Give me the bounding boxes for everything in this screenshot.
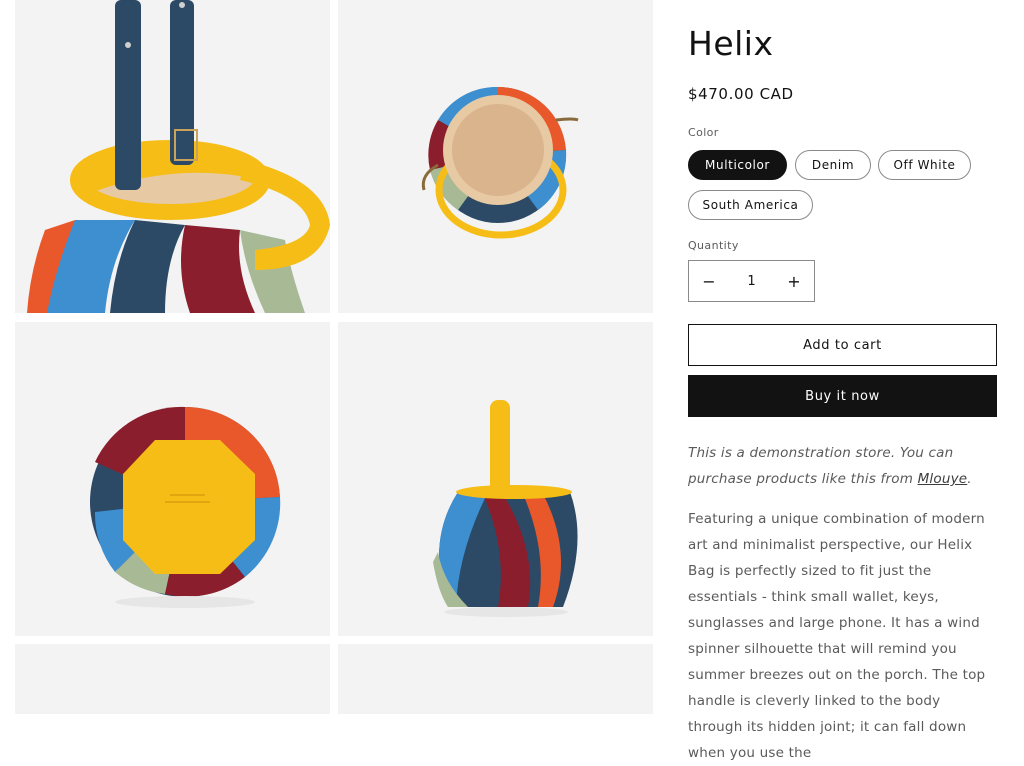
bag-bottom-illustration: [15, 322, 330, 636]
buy-it-now-button[interactable]: Buy it now: [688, 375, 997, 417]
minus-icon: −: [702, 271, 716, 291]
bag-top-illustration: [338, 0, 653, 313]
plus-icon: +: [787, 271, 801, 291]
product-gallery: [15, 0, 653, 714]
color-option-off-white[interactable]: Off White: [878, 150, 971, 180]
color-label: Color: [688, 126, 719, 139]
product-image-top[interactable]: [338, 0, 653, 313]
bag-side-illustration: [338, 322, 653, 636]
mlouye-link[interactable]: Mlouye: [918, 471, 968, 487]
add-to-cart-button[interactable]: Add to cart: [688, 324, 997, 366]
quantity-decrease-button[interactable]: −: [689, 261, 729, 301]
product-image-handle[interactable]: [15, 0, 330, 313]
bag-handle-illustration: [15, 0, 330, 313]
product-title: Helix: [688, 24, 774, 63]
product-image-side[interactable]: [338, 322, 653, 636]
product-description: Featuring a unique combination of modern…: [688, 511, 986, 761]
demo-note-text: This is a demonstration store. You can p…: [688, 445, 954, 487]
color-option-multicolor[interactable]: Multicolor: [688, 150, 787, 180]
product-image-6[interactable]: [338, 644, 653, 714]
color-option-south-america[interactable]: South America: [688, 190, 813, 220]
quantity-label: Quantity: [688, 239, 739, 252]
product-price: $470.00 CAD: [688, 85, 794, 103]
quantity-input[interactable]: [729, 261, 774, 301]
color-option-denim[interactable]: Denim: [795, 150, 871, 180]
demo-note-suffix: .: [967, 471, 972, 487]
product-image-bottom[interactable]: [15, 322, 330, 636]
quantity-stepper: − +: [688, 260, 815, 302]
demo-store-note: This is a demonstration store. You can p…: [688, 440, 997, 492]
quantity-increase-button[interactable]: +: [774, 261, 814, 301]
product-image-5[interactable]: [15, 644, 330, 714]
